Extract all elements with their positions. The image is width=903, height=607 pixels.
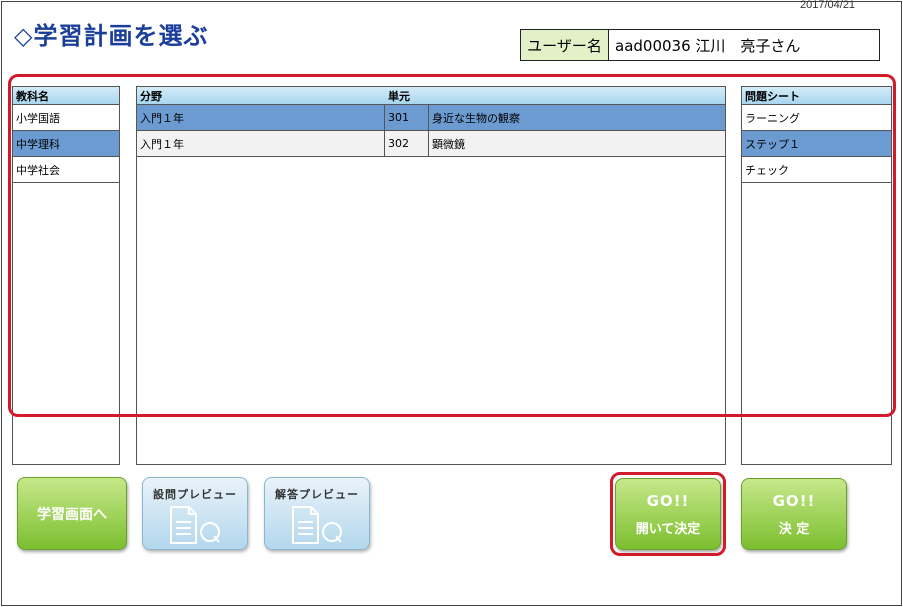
sheet-item[interactable]: ラーニング (742, 105, 891, 131)
sheet-item[interactable]: チェック (742, 157, 891, 183)
user-name-value: aad00036 江川 亮子さん (615, 36, 801, 55)
field-cell: 入門１年 (137, 131, 385, 156)
user-name-label: ユーザー名 (521, 30, 609, 60)
unit-code-cell: 301 (385, 105, 429, 130)
answer-preview-button[interactable]: 解答プレビュー (264, 477, 370, 550)
field-unit-table: 分野 単元 入門１年 301 身近な生物の観察 入門１年 302 顕微鏡 (136, 86, 726, 465)
study-screen-label: 学習画面へ (37, 506, 107, 523)
open-decide-label: 開いて決定 (635, 521, 701, 537)
table-row[interactable]: 入門１年 302 顕微鏡 (137, 131, 725, 157)
field-unit-table-header: 分野 単元 (137, 87, 725, 105)
field-column-header: 分野 (140, 89, 162, 103)
sheet-item-selected[interactable]: ステップ１ (742, 131, 891, 157)
go-label: GO!! (772, 491, 816, 510)
unit-code-cell: 302 (385, 131, 429, 156)
page-title: ◇学習計画を選ぶ (14, 22, 209, 50)
problem-sheet-list: 問題シート ラーニング ステップ１ チェック (741, 86, 892, 465)
decide-label: 決 定 (778, 521, 810, 537)
go-open-decide-button[interactable]: GO!! 開いて決定 (615, 478, 721, 550)
question-preview-label: 設問プレビュー (153, 488, 237, 501)
window-frame: 2017/04/21 ◇学習計画を選ぶ ユーザー名 aad00036 江川 亮子… (1, 0, 902, 606)
field-cell: 入門１年 (137, 105, 385, 130)
document-preview-icon (170, 506, 220, 544)
subject-list: 教科名 小学国語 中学理科 中学社会 (12, 86, 120, 465)
document-preview-icon (292, 506, 342, 544)
subject-item[interactable]: 小学国語 (13, 105, 119, 131)
answer-preview-label: 解答プレビュー (275, 488, 359, 501)
problem-sheet-header: 問題シート (742, 87, 891, 105)
go-decide-button[interactable]: GO!! 決 定 (741, 478, 847, 550)
unit-column-header: 単元 (388, 89, 410, 103)
go-label: GO!! (646, 491, 690, 510)
question-preview-button[interactable]: 設問プレビュー (142, 477, 248, 550)
user-info-box: ユーザー名 aad00036 江川 亮子さん (520, 29, 880, 61)
unit-name-cell: 顕微鏡 (432, 137, 465, 151)
date-label: 2017/04/21 (800, 0, 856, 11)
study-screen-button[interactable]: 学習画面へ (17, 477, 127, 550)
subject-item[interactable]: 中学社会 (13, 157, 119, 183)
subject-item-selected[interactable]: 中学理科 (13, 131, 119, 157)
table-row-selected[interactable]: 入門１年 301 身近な生物の観察 (137, 105, 725, 131)
subject-list-header: 教科名 (13, 87, 119, 105)
unit-name-cell: 身近な生物の観察 (432, 111, 520, 125)
